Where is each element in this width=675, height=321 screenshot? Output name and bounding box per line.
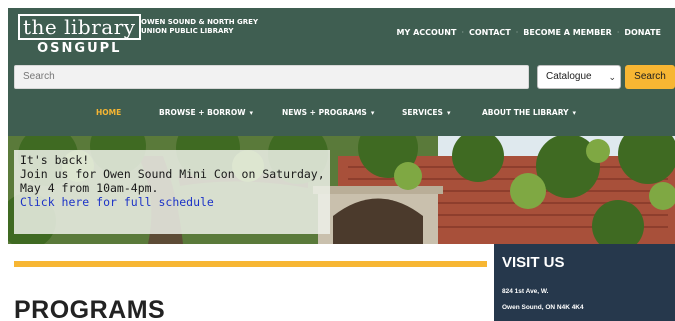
become-member-link[interactable]: BECOME A MEMBER <box>523 28 612 37</box>
main-content: PROGRAMS <box>8 244 494 321</box>
caret-down-icon: ▾ <box>446 109 451 117</box>
separator: · <box>515 28 519 37</box>
library-logo[interactable]: the library OSNGUPL <box>18 14 141 56</box>
visit-us-heading: VISIT US <box>502 254 565 271</box>
nav-item-label: BROWSE + BORROW <box>159 108 246 117</box>
search-bar: Search Catalogue ⌄ Search <box>8 62 675 92</box>
chevron-down-icon: ⌄ <box>608 72 616 82</box>
address-city: Owen Sound, ON N4K 4K4 <box>502 304 584 311</box>
search-scope-value: Catalogue <box>546 71 592 82</box>
page-title: PROGRAMS <box>14 296 166 321</box>
visit-us-panel: VISIT US 824 1st Ave, W. Owen Sound, ON … <box>494 244 675 321</box>
announcement-heading: It's back! <box>20 153 90 167</box>
utility-nav: MY ACCOUNT · CONTACT · BECOME A MEMBER ·… <box>397 28 661 37</box>
nav-item-label: SERVICES <box>402 108 443 117</box>
search-scope-select[interactable]: Catalogue ⌄ <box>537 65 621 89</box>
nav-item-about[interactable]: ABOUT THE LIBRARY ▾ <box>482 108 576 117</box>
nav-item-home[interactable]: HOME <box>96 108 121 117</box>
separator: · <box>616 28 620 37</box>
nav-item-label: NEWS + PROGRAMS <box>282 108 367 117</box>
caret-down-icon: ▾ <box>572 109 577 117</box>
divider <box>14 261 487 267</box>
main-nav: HOME BROWSE + BORROW ▾ NEWS + PROGRAMS ▾ S… <box>8 92 675 136</box>
separator: · <box>461 28 464 37</box>
donate-link[interactable]: DONATE <box>624 28 661 37</box>
search-input[interactable]: Search <box>14 65 529 89</box>
nav-item-browse-borrow[interactable]: BROWSE + BORROW ▾ <box>159 108 253 117</box>
my-account-link[interactable]: MY ACCOUNT <box>397 28 457 37</box>
caret-down-icon: ▾ <box>370 109 375 117</box>
nav-item-label: ABOUT THE LIBRARY <box>482 108 569 117</box>
announcement-text: Join us for Owen Sound Mini Con on Satur… <box>20 167 325 181</box>
hero-banner: It's back! Join us for Owen Sound Mini C… <box>8 136 675 244</box>
logo-subtitle: OSNGUPL <box>37 41 122 56</box>
caret-down-icon: ▾ <box>249 109 253 117</box>
organization-name: OWEN SOUND & NORTH GREY UNION PUBLIC LIB… <box>141 18 259 35</box>
nav-item-label: HOME <box>96 108 122 117</box>
nav-item-news-programs[interactable]: NEWS + PROGRAMS ▾ <box>282 108 374 117</box>
full-schedule-link[interactable]: Click here for full schedule <box>20 195 330 209</box>
contact-link[interactable]: CONTACT <box>469 28 511 37</box>
nav-item-services[interactable]: SERVICES ▾ <box>402 108 450 117</box>
site-header: the library OSNGUPL OWEN SOUND & NORTH G… <box>8 8 675 62</box>
hero-announcement: It's back! Join us for Owen Sound Mini C… <box>14 150 330 234</box>
logo-title: the library <box>18 14 141 40</box>
search-button[interactable]: Search <box>625 65 675 89</box>
address-street: 824 1st Ave, W. <box>502 288 549 295</box>
announcement-date: May 4 from 10am-4pm. <box>20 181 159 195</box>
